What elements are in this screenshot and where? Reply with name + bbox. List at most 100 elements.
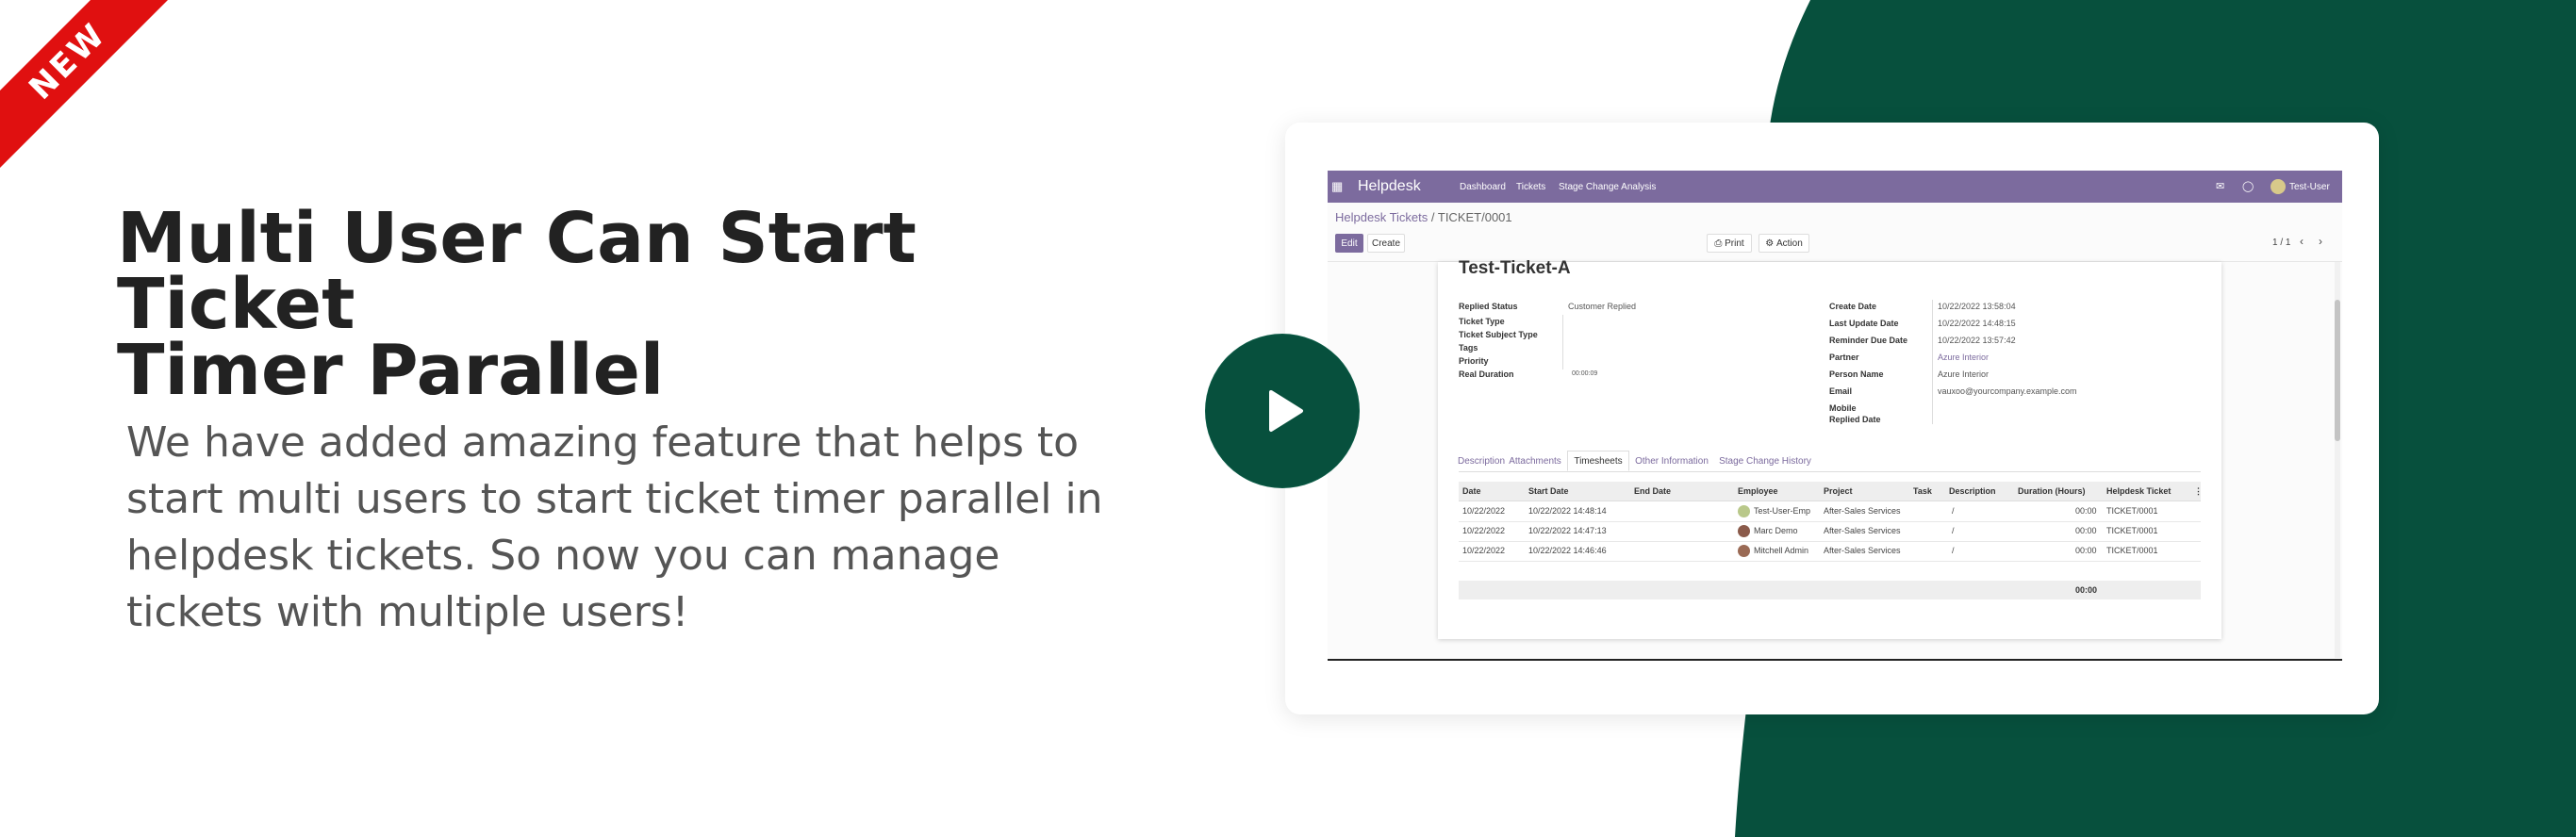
timesheet-table-footer: 00:00 — [1459, 581, 2201, 599]
feature-description: We have added amazing feature that helps… — [126, 415, 1135, 641]
field-label-mobile: Mobile — [1829, 403, 1857, 413]
create-button[interactable]: Create — [1367, 234, 1405, 253]
play-icon — [1269, 390, 1303, 432]
field-label-last-update-date: Last Update Date — [1829, 319, 1899, 328]
field-value-replied-status[interactable]: Customer Replied — [1568, 302, 1636, 311]
cell-start-date: 10/22/2022 14:47:13 — [1528, 526, 1607, 535]
clock-icon[interactable]: ◯ — [2242, 180, 2254, 192]
cell-employee: Mitchell Admin — [1754, 546, 1809, 555]
table-row[interactable]: 10/22/2022 10/22/2022 14:47:13 Marc Demo… — [1459, 521, 2201, 542]
description-line-4: tickets with multiple users! — [126, 588, 689, 636]
cell-duration: 00:00 — [2075, 506, 2097, 516]
column-header-employee[interactable]: Employee — [1738, 486, 1778, 496]
cell-date: 10/22/2022 — [1462, 546, 1506, 555]
cell-project: After-Sales Services — [1824, 526, 1901, 535]
cell-description: / — [1952, 506, 1955, 516]
grid-icon[interactable]: ▦ — [1331, 179, 1343, 194]
total-duration: 00:00 — [2075, 585, 2098, 595]
field-label-ticket-subject-type: Ticket Subject Type — [1459, 330, 1538, 339]
tab-stage-change-history[interactable]: Stage Change History — [1715, 451, 1815, 471]
column-header-start-date[interactable]: Start Date — [1528, 486, 1569, 496]
cell-helpdesk-ticket: TICKET/0001 — [2106, 546, 2158, 555]
action-button[interactable]: ⚙ Action — [1759, 234, 1809, 253]
field-label-replied-date: Replied Date — [1829, 415, 1881, 424]
cell-project: After-Sales Services — [1824, 506, 1901, 516]
headline: Multi User Can Start Ticket Timer Parall… — [117, 204, 1154, 405]
cell-date: 10/22/2022 — [1462, 506, 1506, 516]
description-line-2: start multi users to start ticket timer … — [126, 475, 1103, 523]
breadcrumb-current: TICKET/0001 — [1437, 210, 1512, 224]
avatar — [1738, 545, 1750, 557]
pager-value[interactable]: 1 / 1 — [2272, 238, 2290, 248]
column-header-project[interactable]: Project — [1824, 486, 1853, 496]
description-line-3: helpdesk tickets. So now you can manage — [126, 532, 1000, 580]
tab-description[interactable]: Description — [1458, 451, 1505, 471]
column-header-helpdesk-ticket[interactable]: Helpdesk Ticket — [2106, 486, 2171, 496]
headline-line-2: Timer Parallel — [117, 330, 665, 411]
field-value-create-date: 10/22/2022 13:58:04 — [1938, 302, 2016, 311]
headline-line-1: Multi User Can Start Ticket — [117, 198, 916, 345]
field-label-reminder-due-date: Reminder Due Date — [1829, 336, 1908, 345]
user-menu[interactable]: Test-User — [2289, 182, 2330, 192]
field-label-replied-status: Replied Status — [1459, 302, 1518, 311]
play-video-button[interactable] — [1206, 335, 1359, 487]
screenshot-card: ▦ Helpdesk Dashboard Tickets Stage Chang… — [1285, 123, 2379, 714]
field-label-partner: Partner — [1829, 353, 1859, 362]
field-value-email[interactable]: vauxoo@yourcompany.example.com — [1938, 386, 2077, 396]
print-button[interactable]: ⎙ Print — [1707, 234, 1752, 253]
gear-icon: ⚙ — [1765, 238, 1776, 249]
nav-tickets[interactable]: Tickets — [1516, 182, 1545, 192]
avatar — [1738, 505, 1750, 517]
ticket-form-sheet: Test-Ticket-A Replied Status Customer Re… — [1438, 258, 2221, 639]
cell-start-date: 10/22/2022 14:46:46 — [1528, 546, 1607, 555]
field-value-person-name[interactable]: Azure Interior — [1938, 369, 1989, 379]
avatar[interactable] — [2271, 179, 2286, 194]
action-label: Action — [1775, 238, 1803, 249]
column-header-date[interactable]: Date — [1462, 486, 1481, 496]
chat-icon[interactable]: ✉ — [2216, 180, 2224, 192]
description-line-1: We have added amazing feature that helps… — [126, 418, 1080, 467]
nav-dashboard[interactable]: Dashboard — [1460, 182, 1506, 192]
tab-other-information[interactable]: Other Information — [1631, 451, 1712, 471]
field-label-tags: Tags — [1459, 343, 1478, 353]
field-label-create-date: Create Date — [1829, 302, 1877, 311]
table-row[interactable]: 10/22/2022 10/22/2022 14:46:46 Mitchell … — [1459, 541, 2201, 562]
cell-start-date: 10/22/2022 14:48:14 — [1528, 506, 1607, 516]
column-header-description[interactable]: Description — [1949, 486, 1996, 496]
print-label: Print — [1725, 238, 1744, 249]
field-label-priority: Priority — [1459, 356, 1489, 366]
helpdesk-screenshot: ▦ Helpdesk Dashboard Tickets Stage Chang… — [1328, 171, 2342, 661]
cell-duration: 00:00 — [2075, 526, 2097, 535]
field-value-real-duration: 00:00:09 — [1572, 370, 1598, 377]
field-label-real-duration: Real Duration — [1459, 369, 1514, 379]
column-header-end-date[interactable]: End Date — [1634, 486, 1671, 496]
screenshot-bottom-border — [1328, 659, 2342, 661]
tab-timesheets[interactable]: Timesheets — [1567, 451, 1629, 471]
notebook-tabs: Description Attachments Timesheets Other… — [1458, 451, 2201, 472]
cell-helpdesk-ticket: TICKET/0001 — [2106, 526, 2158, 535]
column-header-task[interactable]: Task — [1913, 486, 1932, 496]
table-row[interactable]: 10/22/2022 10/22/2022 14:48:14 Test-User… — [1459, 501, 2201, 522]
column-options-icon[interactable]: ⋮ — [2194, 486, 2203, 497]
app-brand[interactable]: Helpdesk — [1358, 178, 1421, 195]
ticket-title: Test-Ticket-A — [1459, 258, 1571, 278]
tab-attachments[interactable]: Attachments — [1506, 451, 1564, 471]
timesheet-table-header: Date Start Date End Date Employee Projec… — [1459, 482, 2203, 501]
pager-prev-icon[interactable]: ‹ — [2300, 235, 2304, 248]
cell-duration: 00:00 — [2075, 546, 2097, 555]
scrollbar-thumb[interactable] — [2335, 300, 2340, 441]
field-label-ticket-type: Ticket Type — [1459, 317, 1505, 326]
nav-stage-change-analysis[interactable]: Stage Change Analysis — [1559, 182, 1656, 192]
print-icon: ⎙ — [1714, 238, 1726, 249]
breadcrumb-separator: / — [1428, 210, 1438, 224]
cell-project: After-Sales Services — [1824, 546, 1901, 555]
breadcrumb-helpdesk-tickets[interactable]: Helpdesk Tickets — [1335, 210, 1428, 224]
column-header-duration-hours[interactable]: Duration (Hours) — [2018, 486, 2086, 496]
cell-employee: Test-User-Emp — [1754, 506, 1811, 516]
edit-button[interactable]: Edit — [1335, 234, 1363, 253]
field-label-email: Email — [1829, 386, 1853, 396]
cell-employee: Marc Demo — [1754, 526, 1798, 535]
field-value-partner[interactable]: Azure Interior — [1938, 353, 1989, 362]
field-value-reminder-due-date[interactable]: 10/22/2022 13:57:42 — [1938, 336, 2016, 345]
pager-next-icon[interactable]: › — [2319, 235, 2322, 248]
